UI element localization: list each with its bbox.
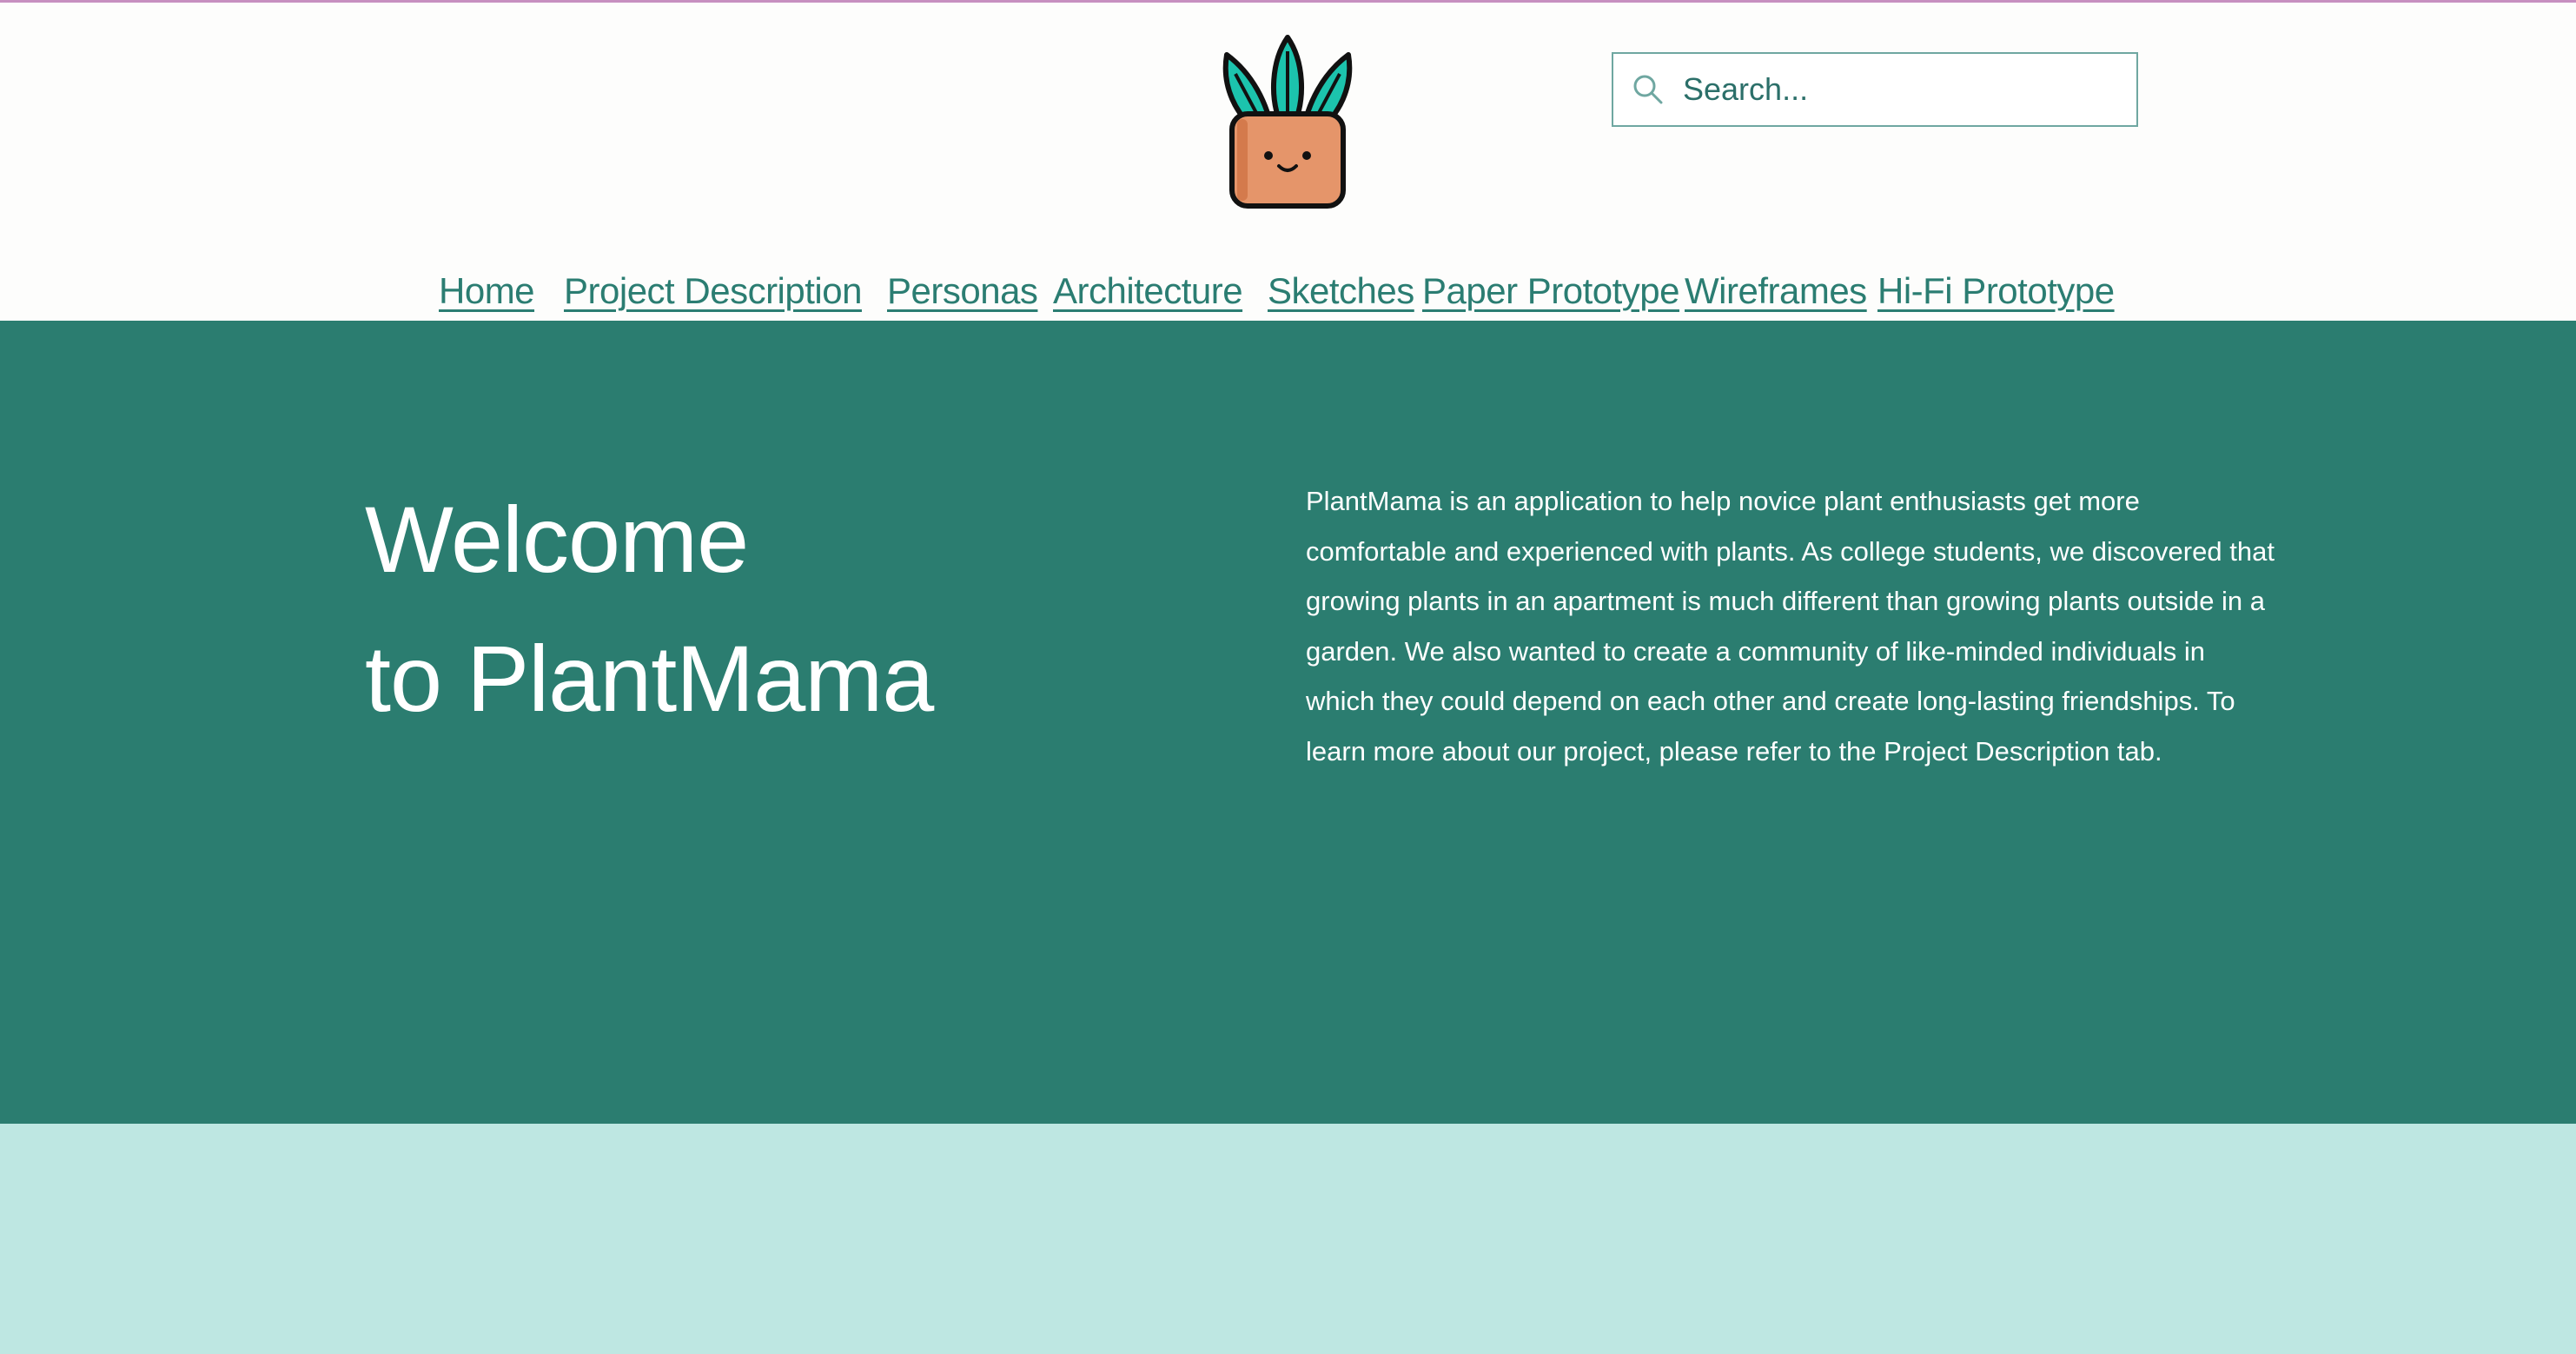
search-box[interactable] [1612, 52, 2138, 127]
potted-plant-icon[interactable] [1209, 25, 1366, 216]
nav-project-description[interactable]: Project Description [564, 270, 862, 312]
site-header: Home Project Description Personas Archit… [0, 3, 2576, 321]
nav-wireframes[interactable]: Wireframes [1685, 270, 1867, 312]
nav-personas[interactable]: Personas [887, 270, 1038, 312]
hero-title-line-2: to PlantMama [365, 626, 934, 731]
hero-description: PlantMama is an application to help novi… [1306, 486, 2275, 767]
main-nav: Home Project Description Personas Archit… [0, 270, 2576, 322]
nav-architecture[interactable]: Architecture [1053, 270, 1243, 312]
hero-section: Welcome to PlantMama PlantMama is an app… [0, 321, 2576, 1124]
lower-section [0, 1124, 2576, 1354]
search-input[interactable] [1683, 71, 2100, 108]
nav-paper-prototype[interactable]: Paper Prototype [1422, 270, 1680, 312]
hero-title-line-1: Welcome [365, 487, 749, 592]
nav-hi-fi-prototype[interactable]: Hi-Fi Prototype [1877, 270, 2115, 312]
search-icon[interactable] [1631, 72, 1665, 107]
nav-sketches[interactable]: Sketches [1268, 270, 1414, 312]
hero-title: Welcome to PlantMama [365, 470, 934, 748]
nav-home[interactable]: Home [439, 270, 535, 312]
